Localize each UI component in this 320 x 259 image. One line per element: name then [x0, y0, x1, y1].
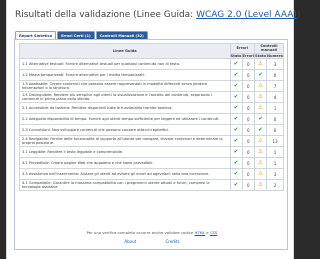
about-link[interactable]: About	[124, 239, 136, 244]
guideline-cell: 2.1 Accessibile da tastiera: Rendere dis…	[19, 102, 231, 114]
col-state-header: Stato	[229, 52, 243, 60]
footer-note: Per una verifica completa occorre anche …	[15, 230, 289, 235]
footer-sep: e	[206, 230, 209, 235]
errors-count: 0	[241, 113, 256, 125]
table-row: 1.1 Alternative testuali: Fornire altern…	[19, 58, 284, 70]
check-icon: ✔	[229, 58, 243, 70]
check-icon: ✔	[229, 80, 243, 92]
guideline-cell: 1.4 Distinguibile: Rendere più semplice …	[19, 91, 231, 103]
check-icon: ✔	[229, 135, 243, 147]
css-link[interactable]: CSS	[210, 230, 217, 235]
warning-icon: ⚠	[254, 146, 267, 158]
bottom-links: About Credits	[15, 239, 289, 244]
warning-icon: ⚠	[254, 135, 267, 147]
manual-count: 3	[266, 168, 284, 180]
check-icon: ✔	[254, 124, 267, 136]
guideline-cell: 3.1 Leggibile: Rendere il testo leggibil…	[19, 146, 231, 158]
errors-count: 0	[241, 91, 256, 103]
group-errors-header: Errori	[229, 43, 256, 54]
results-table: Linee Guida Errori Controlli manuali Sta…	[19, 43, 284, 191]
guideline-cell: 4.1 Compatibile: Garantire la massima co…	[19, 179, 231, 191]
manual-count: 0	[266, 113, 284, 125]
html-link[interactable]: HTML	[194, 230, 205, 235]
check-icon: ✔	[229, 157, 243, 169]
table-row: 2.4 Navigabile: Fornire delle funzionali…	[19, 135, 284, 147]
manual-count: 2	[266, 179, 284, 191]
col-guideline-header: Linee Guida	[19, 43, 231, 59]
title-close: )	[296, 10, 301, 20]
errors-count: 0	[241, 80, 256, 92]
check-icon: ✔	[229, 146, 243, 158]
table-row: 4.1 Compatibile: Garantire la massima co…	[19, 179, 284, 191]
manual-count: 0	[266, 69, 284, 81]
col-count-header: Numero	[266, 52, 284, 60]
warning-icon: ⚠	[254, 179, 267, 191]
errors-count: 0	[241, 168, 256, 180]
check-icon: ✔	[229, 91, 243, 103]
table-row: 1.3 Adattabile: Creare contenuti che pos…	[19, 80, 284, 92]
table-row: 2.2 Adeguata disponibilità di tempo: For…	[19, 113, 284, 125]
errors-count: 0	[241, 146, 256, 158]
tab-errori-certi[interactable]: Errori Certi (1)	[57, 31, 95, 39]
check-icon: ✔	[229, 179, 243, 191]
warning-icon: ⚠	[254, 157, 267, 169]
table-row: 2.3 Convulsioni: Non sviluppare contenut…	[19, 124, 284, 136]
manual-count: 7	[266, 80, 284, 92]
warning-icon: ⚠	[254, 168, 267, 180]
errors-count: 0	[241, 157, 256, 169]
table-row: 2.1 Accessibile da tastiera: Rendere dis…	[19, 102, 284, 114]
check-icon: ✔	[229, 124, 243, 136]
tab-report-sintetico[interactable]: Report Sintetico	[15, 31, 57, 39]
page-container: Risultati della validazione (Linee Guida…	[6, 0, 300, 259]
guideline-cell: 2.4 Navigabile: Fornire delle funzionali…	[19, 135, 231, 147]
table-row: 3.3 Assistenza nell'inserimento: Aiutare…	[19, 168, 284, 180]
col-errors-header: Errori	[241, 52, 256, 60]
check-icon: ✔	[229, 168, 243, 180]
warning-icon: ⚠	[254, 91, 267, 103]
manual-count: 1	[266, 102, 284, 114]
manual-count: 13	[266, 135, 284, 147]
guidelines-link[interactable]: WCAG 2.0 (Level AAA)	[196, 10, 297, 20]
warning-icon: ⚠	[254, 58, 267, 70]
tab-bar: Report Sintetico Errori Certi (1) Contro…	[15, 31, 148, 39]
table-row: 1.2 Media temporizzati: Fornire alternat…	[19, 69, 284, 81]
group-manual-header: Controlli manuali	[254, 43, 284, 54]
credits-link[interactable]: Credits	[165, 239, 179, 244]
errors-count: 0	[241, 58, 256, 70]
manual-count: 1	[266, 146, 284, 158]
guideline-cell: 3.2 Prevedibile: Creare pagine Web che a…	[19, 157, 231, 169]
guideline-cell: 1.2 Media temporizzati: Fornire alternat…	[19, 69, 231, 81]
check-icon: ✔	[229, 113, 243, 125]
report-panel: Linee Guida Errori Controlli manuali Sta…	[14, 39, 288, 250]
warning-icon: ⚠	[254, 102, 267, 114]
check-icon: ✔	[229, 102, 243, 114]
guideline-cell: 1.1 Alternative testuali: Fornire altern…	[19, 58, 231, 70]
check-icon: ✔	[254, 113, 267, 125]
errors-count: 0	[241, 102, 256, 114]
table-row: 1.4 Distinguibile: Rendere più semplice …	[19, 91, 284, 103]
table-row: 3.1 Leggibile: Rendere il testo leggibil…	[19, 146, 284, 158]
page-title: Risultati della validazione (Linee Guida…	[15, 10, 300, 20]
guideline-cell: 2.2 Adeguata disponibilità di tempo: For…	[19, 113, 231, 125]
manual-count: 0	[266, 124, 284, 136]
col-manual-state-header: Stato	[254, 52, 267, 60]
manual-count: 3	[266, 58, 284, 70]
errors-count: 0	[241, 69, 256, 81]
guideline-cell: 1.3 Adattabile: Creare contenuti che pos…	[19, 80, 231, 92]
guideline-cell: 3.3 Assistenza nell'inserimento: Aiutare…	[19, 168, 231, 180]
errors-count: 0	[241, 179, 256, 191]
manual-count: 4	[266, 91, 284, 103]
footer-text: Per una verifica completa occorre anche …	[86, 230, 194, 235]
table-row: 3.2 Prevedibile: Creare pagine Web che a…	[19, 157, 284, 169]
guideline-cell: 2.3 Convulsioni: Non sviluppare contenut…	[19, 124, 231, 136]
manual-count: 1	[266, 157, 284, 169]
check-icon: ✔	[254, 69, 267, 81]
tab-controlli-manuali[interactable]: Controlli Manuali (32)	[95, 31, 148, 39]
warning-icon: ⚠	[254, 80, 267, 92]
title-text: Risultati della validazione (Linee Guida…	[15, 10, 194, 20]
errors-count: 0	[241, 135, 256, 147]
check-icon: ✔	[229, 69, 243, 81]
errors-count: 0	[241, 124, 256, 136]
